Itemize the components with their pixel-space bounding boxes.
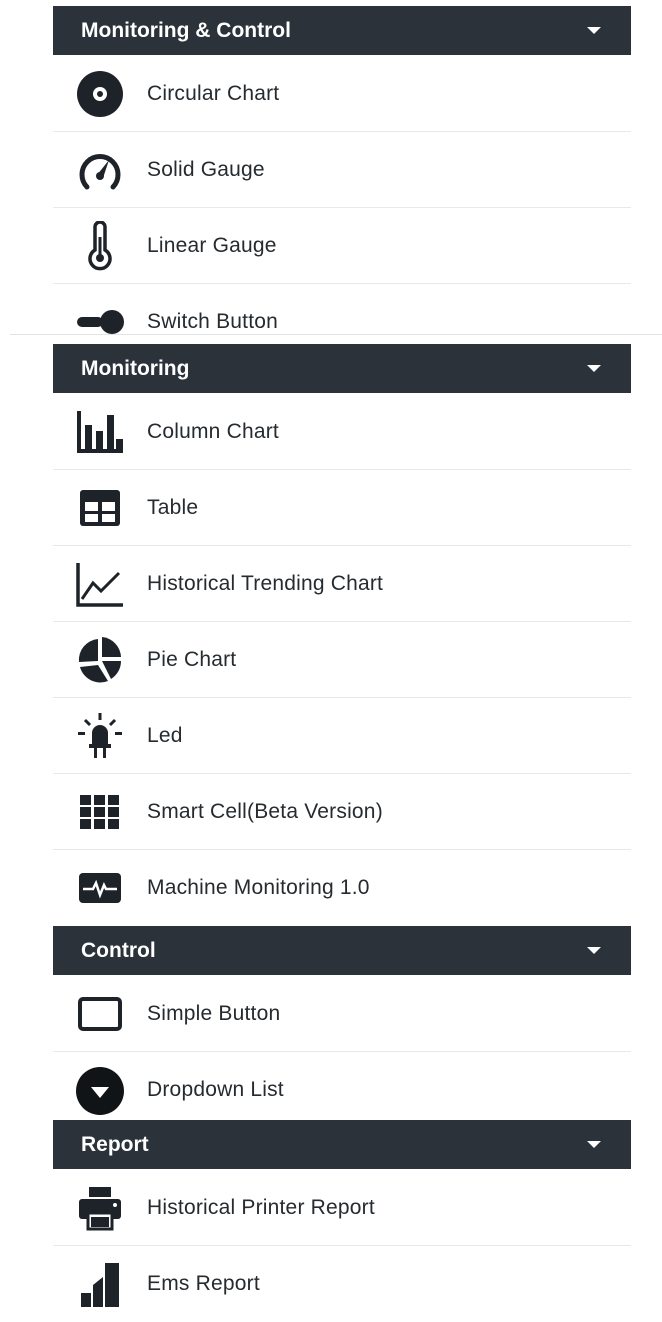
widget-label: Historical Printer Report — [147, 1195, 375, 1219]
widget-item-table[interactable]: Table — [53, 470, 631, 546]
widget-item-ems-report[interactable]: Ems Report — [53, 1246, 631, 1322]
widget-label: Switch Button — [147, 310, 278, 333]
widget-item-circular-chart[interactable]: Circular Chart — [53, 56, 631, 132]
widget-item-historical-printer-report[interactable]: Historical Printer Report — [53, 1170, 631, 1246]
widget-label: Dropdown List — [147, 1078, 284, 1101]
widget-item-switch-button[interactable]: Switch Button — [53, 284, 631, 334]
printer-icon — [75, 1183, 125, 1233]
line-chart-icon — [75, 559, 125, 609]
section-header-report[interactable]: Report — [53, 1120, 631, 1169]
widget-item-simple-button[interactable]: Simple Button — [53, 976, 631, 1052]
widget-label: Solid Gauge — [147, 157, 265, 181]
widget-label: Simple Button — [147, 1001, 281, 1025]
section-title: Monitoring — [81, 356, 190, 380]
widget-item-dropdown-list[interactable]: Dropdown List — [53, 1052, 631, 1118]
divider — [10, 334, 662, 335]
widget-label: Led — [147, 723, 183, 747]
widget-item-smart-cell[interactable]: Smart Cell(Beta Version) — [53, 774, 631, 850]
widget-label: Table — [147, 495, 199, 519]
widget-item-linear-gauge[interactable]: Linear Gauge — [53, 208, 631, 284]
widget-label: Ems Report — [147, 1272, 260, 1295]
widget-item-historical-trending-chart[interactable]: Historical Trending Chart — [53, 546, 631, 622]
section-header-monitoring-control[interactable]: Monitoring & Control — [53, 6, 631, 55]
widget-item-solid-gauge[interactable]: Solid Gauge — [53, 132, 631, 208]
caret-down-icon — [587, 365, 601, 372]
widget-label: Column Chart — [147, 419, 279, 443]
widget-label: Pie Chart — [147, 647, 237, 671]
section-title: Report — [81, 1132, 149, 1156]
section-header-monitoring[interactable]: Monitoring — [53, 344, 631, 393]
led-icon — [75, 711, 125, 761]
button-outline-icon — [75, 989, 125, 1039]
caret-down-icon — [587, 27, 601, 34]
caret-down-icon — [587, 947, 601, 954]
widget-label: Historical Trending Chart — [147, 571, 384, 595]
switch-toggle-icon — [75, 297, 125, 347]
widget-label: Linear Gauge — [147, 233, 277, 257]
dropdown-circle-icon — [75, 1066, 125, 1116]
grid-cells-icon — [75, 787, 125, 837]
widget-item-pie-chart[interactable]: Pie Chart — [53, 622, 631, 698]
widget-item-column-chart[interactable]: Column Chart — [53, 394, 631, 470]
widget-item-led[interactable]: Led — [53, 698, 631, 774]
caret-down-icon — [587, 1141, 601, 1148]
pie-chart-icon — [75, 635, 125, 685]
solid-gauge-icon — [75, 145, 125, 195]
heartbeat-monitor-icon — [75, 863, 125, 913]
section-title: Monitoring & Control — [81, 18, 291, 42]
table-icon — [75, 483, 125, 533]
section-header-control[interactable]: Control — [53, 926, 631, 975]
circular-chart-icon — [75, 69, 125, 119]
widget-item-machine-monitoring[interactable]: Machine Monitoring 1.0 — [53, 850, 631, 926]
thermometer-icon — [75, 220, 125, 271]
widget-label: Circular Chart — [147, 81, 280, 105]
section-title: Control — [81, 938, 156, 962]
widget-label: Smart Cell(Beta Version) — [147, 799, 383, 823]
widget-label: Machine Monitoring 1.0 — [147, 876, 370, 899]
column-chart-icon — [75, 407, 125, 457]
